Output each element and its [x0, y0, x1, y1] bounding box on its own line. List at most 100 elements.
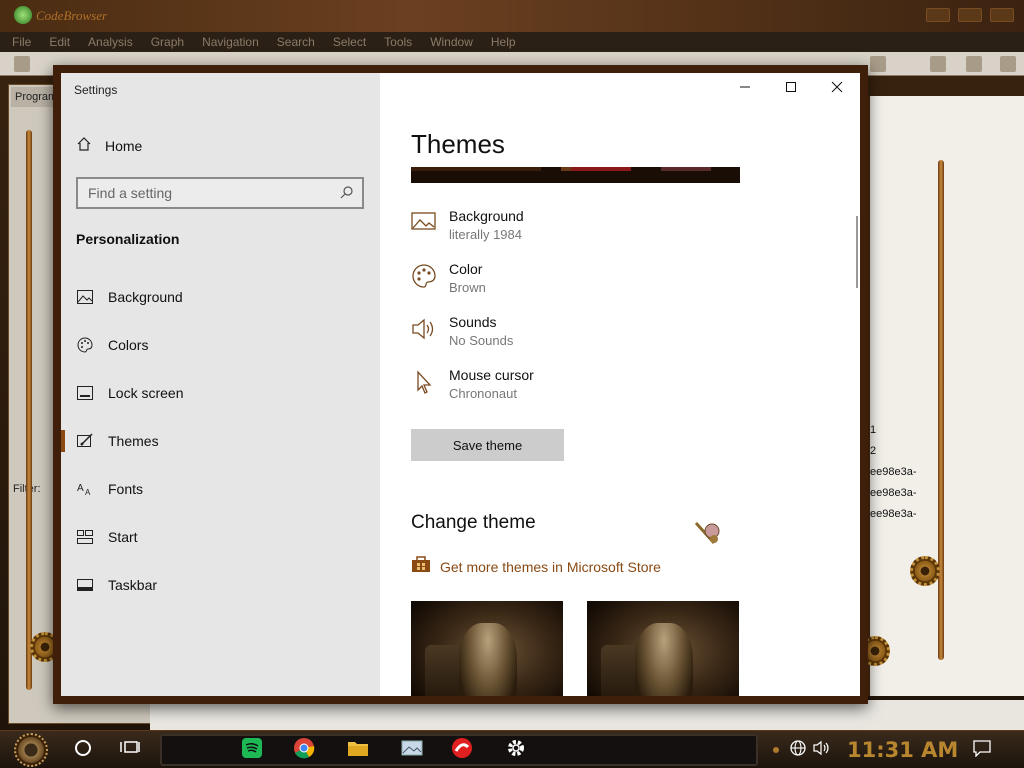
taskbar-apps	[160, 734, 758, 766]
theme-thumbnail[interactable]	[411, 601, 563, 696]
gear-decoration	[910, 556, 940, 586]
home-label: Home	[105, 138, 143, 154]
toolbar-camera-icon[interactable]	[966, 56, 982, 72]
maximize-icon	[785, 80, 797, 98]
nav-item-fonts[interactable]: AA Fonts	[61, 465, 380, 513]
nav-label: Colors	[108, 337, 149, 353]
tray-overflow-button[interactable]	[764, 738, 788, 762]
property-name: Mouse cursor	[449, 367, 534, 383]
globe-icon	[789, 739, 807, 762]
personalization-nav: Background Colors Lock screen Themes A A…	[61, 273, 380, 609]
taskbar-spotify[interactable]	[240, 737, 264, 762]
settings-sidebar: Settings Home Personalization Background	[61, 73, 380, 696]
settings-content: Themes Background literally 1984 Color B…	[380, 73, 860, 696]
taskbar-photos[interactable]	[400, 738, 424, 762]
search-box[interactable]	[76, 177, 364, 209]
task-view-button[interactable]	[118, 738, 142, 762]
app-icon	[451, 737, 473, 764]
taskbar-chrome[interactable]	[292, 737, 316, 762]
folder-icon	[347, 738, 369, 763]
nav-item-taskbar[interactable]: Taskbar	[61, 561, 380, 609]
search-icon[interactable]	[340, 185, 354, 204]
menu-search[interactable]: Search	[277, 32, 315, 52]
nav-label: Taskbar	[108, 577, 158, 593]
microsoft-store-link[interactable]: Get more themes in Microsoft Store	[411, 555, 661, 578]
toolbar-tool-icon[interactable]	[870, 56, 886, 72]
start-button[interactable]	[14, 733, 48, 767]
menu-analysis[interactable]: Analysis	[88, 32, 133, 52]
home-icon	[76, 136, 92, 157]
scrollbar-thumb[interactable]	[856, 216, 858, 288]
bg-maximize-button[interactable]	[958, 8, 982, 22]
minimize-icon	[739, 80, 751, 98]
settings-window: Settings Home Personalization Background	[53, 65, 868, 704]
steampunk-bug-decoration	[692, 517, 726, 551]
nav-item-colors[interactable]: Colors	[61, 321, 380, 369]
circle-icon	[74, 739, 92, 762]
menu-window[interactable]: Window	[430, 32, 473, 52]
bg-close-button[interactable]	[990, 8, 1014, 22]
start-icon	[77, 529, 93, 545]
taskbar-clock[interactable]: 11:31 AM	[847, 738, 958, 762]
menu-help[interactable]: Help	[491, 32, 516, 52]
font-icon: AA	[77, 481, 93, 497]
nav-item-lock-screen[interactable]: Lock screen	[61, 369, 380, 417]
cursor-icon	[411, 369, 437, 395]
listing-row: ee98e3a-	[870, 487, 917, 499]
theme-property-sounds[interactable]: Sounds No Sounds	[411, 314, 513, 348]
listing-row: ee98e3a-	[870, 466, 917, 478]
nav-item-background[interactable]: Background	[61, 273, 380, 321]
theme-property-mouse-cursor[interactable]: Mouse cursor Chrononaut	[411, 367, 534, 401]
listing-row: 1	[870, 424, 877, 436]
theme-property-background[interactable]: Background literally 1984	[411, 208, 524, 242]
nav-item-themes[interactable]: Themes	[61, 417, 380, 465]
lock-screen-icon	[77, 385, 93, 401]
window-controls	[722, 73, 860, 105]
menu-select[interactable]: Select	[333, 32, 366, 52]
theme-property-color[interactable]: Color Brown	[411, 261, 486, 295]
action-center-button[interactable]	[970, 738, 994, 762]
nav-label: Themes	[108, 433, 159, 449]
notification-icon	[972, 739, 992, 762]
menu-file[interactable]: File	[12, 32, 31, 52]
nav-item-start[interactable]: Start	[61, 513, 380, 561]
maximize-button[interactable]	[768, 73, 814, 105]
nav-label: Background	[108, 289, 183, 305]
menu-graph[interactable]: Graph	[151, 32, 184, 52]
taskbar-icon	[77, 577, 93, 593]
menu-navigation[interactable]: Navigation	[202, 32, 259, 52]
volume-button[interactable]	[810, 738, 834, 762]
thumbnail-figure	[635, 623, 693, 696]
network-button[interactable]	[786, 738, 810, 762]
property-value: Chrononaut	[449, 386, 517, 401]
theme-thumbnail[interactable]	[587, 601, 739, 696]
brush-icon	[77, 433, 93, 449]
brass-pipe-decoration	[26, 130, 32, 690]
toolbar-close-icon[interactable]	[1000, 56, 1016, 72]
bg-minimize-button[interactable]	[926, 8, 950, 22]
taskbar-app[interactable]	[450, 737, 474, 764]
taskbar-settings[interactable]	[504, 738, 528, 762]
home-nav-item[interactable]: Home	[76, 134, 142, 158]
toolbar-save-icon[interactable]	[14, 56, 30, 72]
toolbar-tool-icon[interactable]	[930, 56, 946, 72]
cortana-button[interactable]	[71, 738, 95, 762]
nav-label: Fonts	[108, 481, 144, 497]
store-bag-icon	[411, 555, 431, 578]
picture-icon	[411, 210, 437, 236]
background-listing: 1 2 ee98e3a- ee98e3a- ee98e3a-	[870, 420, 917, 525]
search-input[interactable]	[78, 179, 328, 207]
background-window-controls[interactable]	[926, 8, 1014, 22]
palette-icon	[411, 263, 437, 289]
minimize-button[interactable]	[722, 73, 768, 105]
brass-pipe-decoration	[938, 160, 944, 660]
page-title: Themes	[411, 129, 505, 159]
property-name: Sounds	[449, 314, 497, 330]
window-title: Settings	[74, 83, 118, 97]
thumbnail-figure	[459, 623, 517, 696]
menu-edit[interactable]: Edit	[49, 32, 70, 52]
close-button[interactable]	[814, 73, 860, 105]
taskbar-file-explorer[interactable]	[346, 738, 370, 762]
menu-tools[interactable]: Tools	[384, 32, 412, 52]
save-theme-button[interactable]: Save theme	[411, 429, 564, 461]
